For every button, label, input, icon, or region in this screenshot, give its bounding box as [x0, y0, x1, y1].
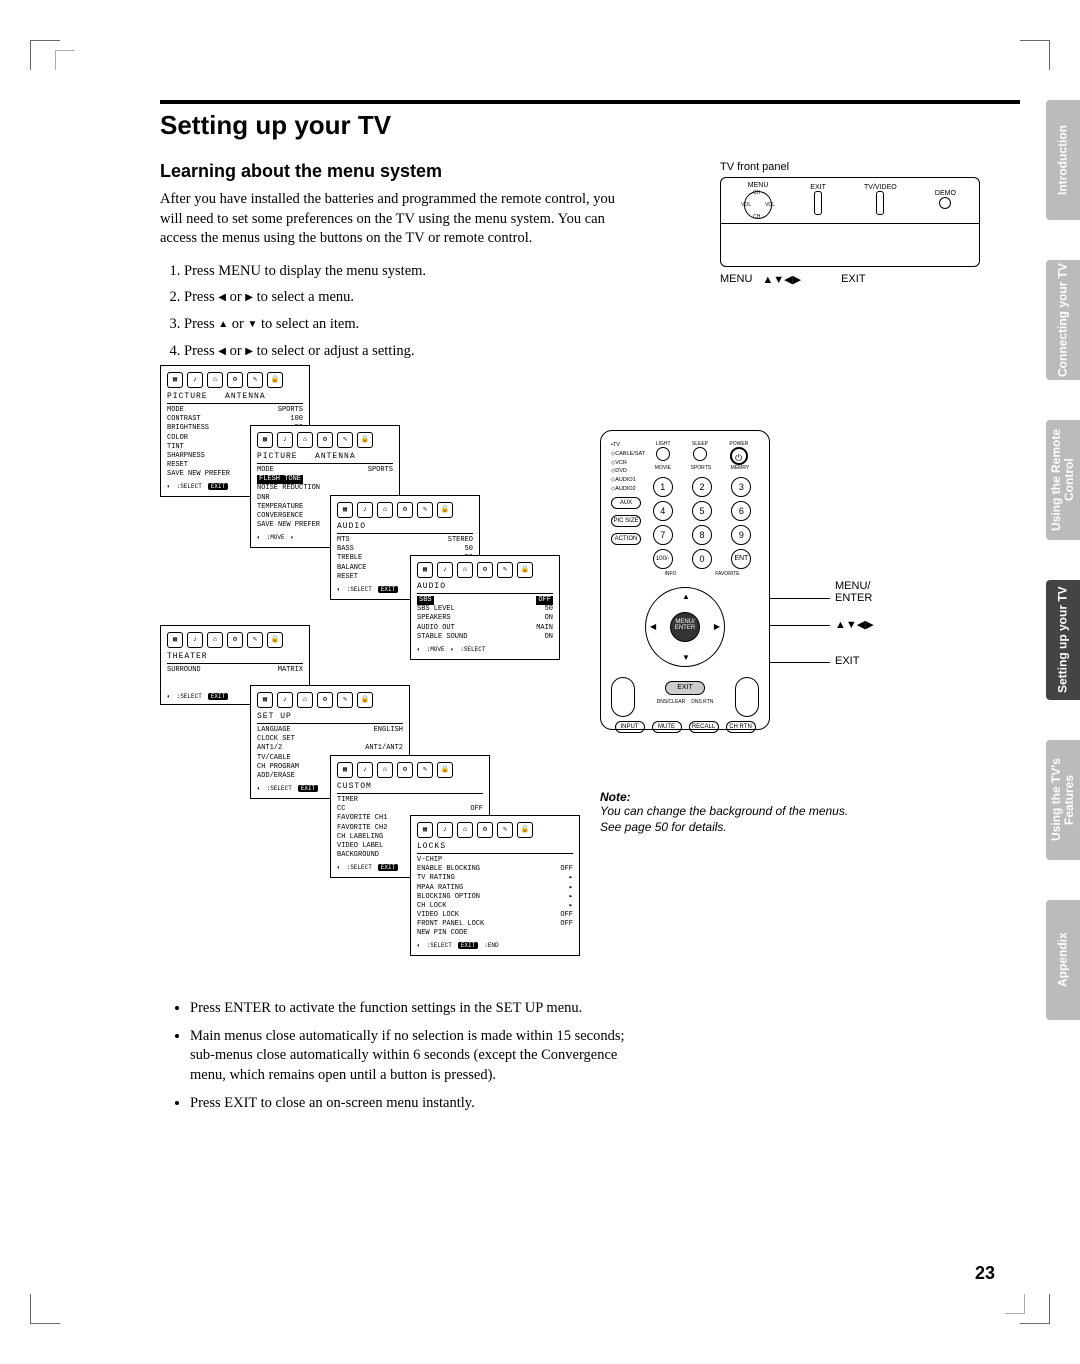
num-6: 6: [731, 501, 751, 521]
callout-menu-enter: MENU/ ENTER: [835, 580, 872, 604]
light-button: [656, 447, 670, 461]
page-title: Setting up your TV: [160, 100, 1020, 141]
callout-arrows: ▲▼◀▶: [835, 618, 874, 631]
bullet-1: Press ENTER to activate the function set…: [190, 999, 640, 1019]
power-button: ⏻: [730, 447, 748, 465]
left-arrow-icon: ◀: [218, 343, 226, 360]
step-2: Press ◀ or ▶ to select a menu.: [184, 285, 644, 310]
demo-button: [939, 197, 951, 209]
num-7: 7: [653, 525, 673, 545]
menu-enter-button: MENU/ENTER: [670, 612, 700, 642]
menu-label: MENU: [720, 273, 752, 286]
tab-setting-up: Setting up your TV: [1046, 580, 1080, 700]
num-4: 4: [653, 501, 673, 521]
up-arrow-icon: ▲: [218, 316, 228, 333]
dpad: ▲ ▼ ◀ ▶ MENU/ENTER: [645, 587, 725, 667]
steps-list: Press MENU to display the menu system. P…: [184, 259, 644, 364]
tab-appendix: Appendix: [1046, 900, 1080, 1020]
bullet-2: Main menus close automatically if no sel…: [190, 1027, 640, 1086]
num-2: 2: [692, 477, 712, 497]
picsize-button: PIC SIZE: [611, 515, 641, 527]
note-title: Note:: [600, 790, 860, 804]
input-button: INPUT: [615, 721, 645, 733]
num-1: 1: [653, 477, 673, 497]
step-3: Press ▲ or ▼ to select an item.: [184, 312, 644, 337]
remote-control: •TV◇CABLE/SAT◇VCR◇DVD◇AUDIO1◇AUDIO2 AUX …: [600, 430, 770, 730]
remote-area: •TV◇CABLE/SAT◇VCR◇DVD◇AUDIO1◇AUDIO2 AUX …: [600, 430, 860, 835]
tab-introduction: Introduction: [1046, 100, 1080, 220]
osd-cascade: ▦♪⌂⚙✎🔒 PICTURE ANTENNA MODESPORTS CONTRA…: [160, 365, 1020, 985]
left-arrow-icon: ◀: [218, 289, 226, 306]
num-5: 5: [692, 501, 712, 521]
bullet-3: Press EXIT to close an on-screen menu in…: [190, 1094, 640, 1114]
tv-front-panel: MENUCHVOLVOLCH EXIT TV/VIDEO DEMO: [720, 177, 980, 267]
right-arrow-icon: ▶: [245, 289, 253, 306]
down-arrow-icon: ▼: [248, 316, 258, 333]
step-4: Press ◀ or ▶ to select or adjust a setti…: [184, 339, 644, 364]
chrtn-button: CH RTN: [726, 721, 756, 733]
exit-label: EXIT: [841, 273, 865, 286]
exit-button: [814, 191, 822, 215]
intro-text: After you have installed the batteries a…: [160, 190, 640, 249]
tvvideo-button: [876, 191, 884, 215]
recall-button: RECALL: [689, 721, 719, 733]
tab-connecting: Connecting your TV: [1046, 260, 1080, 380]
num-100: 100/-: [653, 549, 673, 569]
num-0: 0: [692, 549, 712, 569]
page-number: 23: [975, 1263, 995, 1284]
ent-button: ENT: [731, 549, 751, 569]
step-1: Press MENU to display the menu system.: [184, 259, 644, 284]
section-heading: Learning about the menu system: [160, 161, 660, 182]
side-tabs: Introduction Connecting your TV Using th…: [1046, 100, 1080, 1020]
exit-button: EXIT: [665, 681, 705, 695]
tab-features: Using the TV's Features: [1046, 740, 1080, 860]
num-9: 9: [731, 525, 751, 545]
mute-button: MUTE: [652, 721, 682, 733]
tab-remote: Using the Remote Control: [1046, 420, 1080, 540]
aux-button: AUX: [611, 497, 641, 509]
num-3: 3: [731, 477, 751, 497]
sleep-button: [693, 447, 707, 461]
manual-page: Setting up your TV Learning about the me…: [0, 0, 1080, 1364]
num-8: 8: [692, 525, 712, 545]
right-arrow-icon: ▶: [245, 343, 253, 360]
osd-locks: ▦♪⌂⚙✎🔒 LOCKS V-CHIP ENABLE BLOCKINGOFF T…: [410, 815, 580, 956]
ch-rocker: [611, 677, 635, 717]
note-text: You can change the background of the men…: [600, 804, 860, 835]
arrows-label: ▲▼◀▶: [762, 273, 801, 286]
callout-exit: EXIT: [835, 655, 859, 667]
bullet-list: Press ENTER to activate the function set…: [160, 999, 640, 1113]
osd-audio2: ▦♪⌂⚙✎🔒 AUDIO SBSOFF SBS LEVEL50 SPEAKERS…: [410, 555, 560, 659]
vol-rocker: [735, 677, 759, 717]
tv-panel-label: TV front panel: [720, 161, 1020, 173]
action-button: ACTION: [611, 533, 641, 545]
